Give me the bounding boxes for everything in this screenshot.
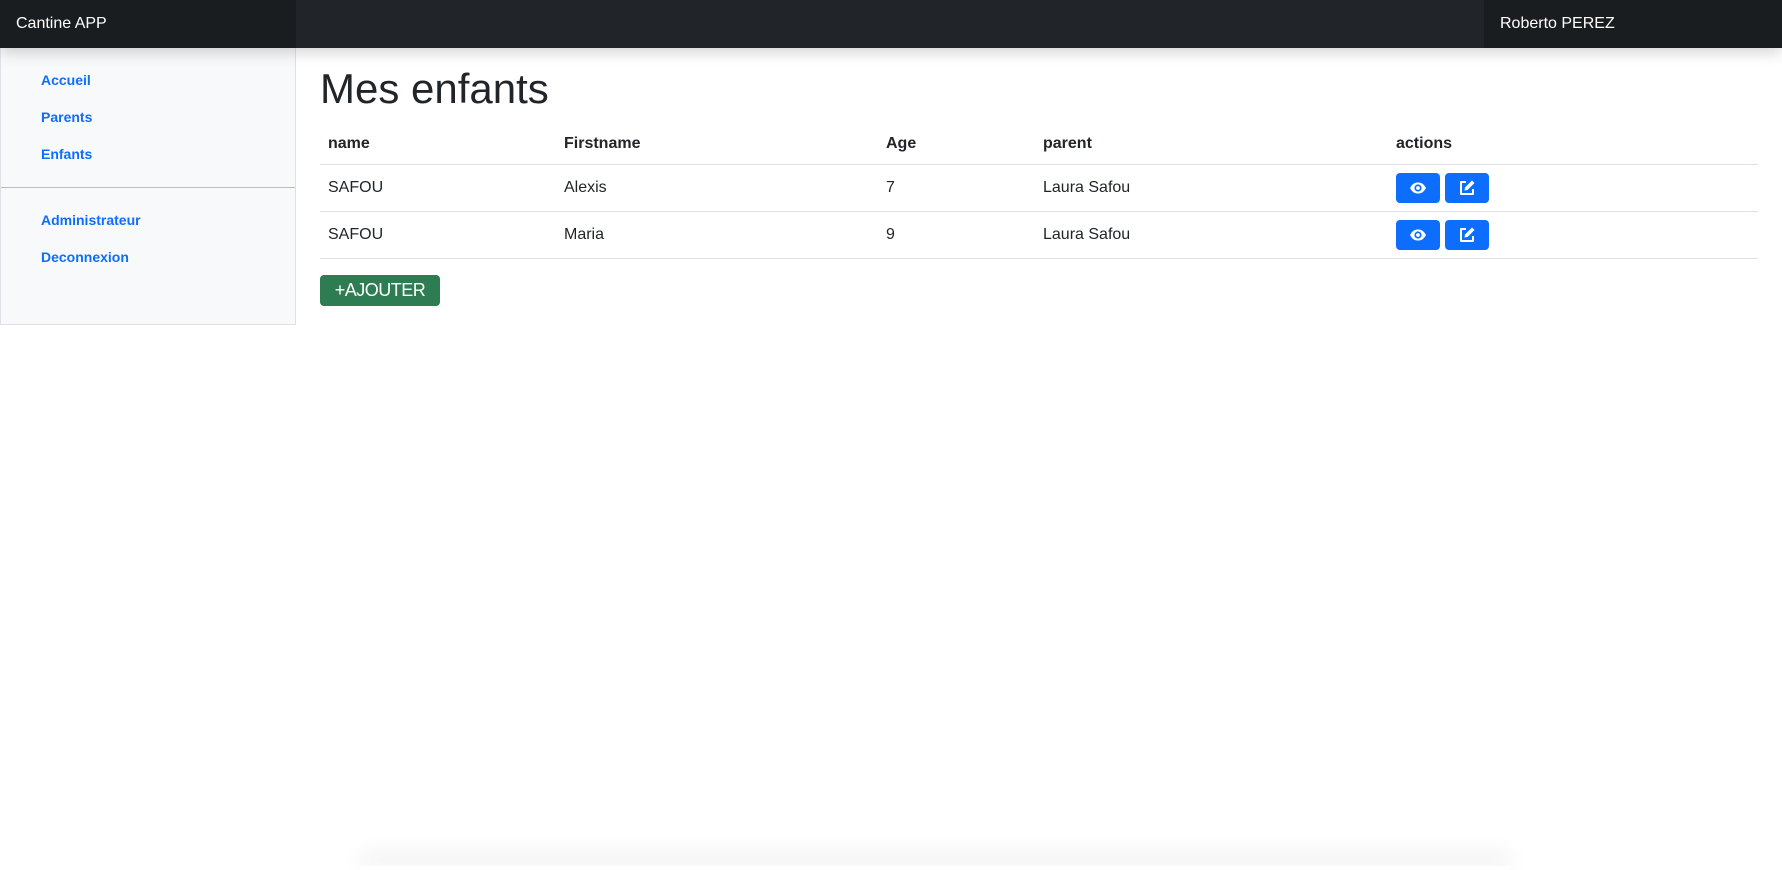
cell-parent: Laura Safou: [1035, 164, 1388, 212]
column-header-firstname: Firstname: [556, 124, 878, 165]
sidebar-divider: [1, 187, 295, 188]
cell-age: 7: [878, 164, 1035, 212]
sidebar-item-enfants[interactable]: Enfants: [1, 136, 295, 173]
main-content: Mes enfants name Firstname Age parent ac…: [320, 48, 1758, 306]
cell-age: 9: [878, 211, 1035, 259]
table-header-row: name Firstname Age parent actions: [320, 124, 1758, 165]
eye-icon: [1410, 182, 1426, 194]
cell-actions: [1388, 164, 1758, 212]
view-button[interactable]: [1396, 220, 1440, 250]
sidebar-nav-main: Accueil Parents Enfants: [1, 48, 295, 173]
cell-actions: [1388, 211, 1758, 259]
user-name[interactable]: Roberto PEREZ: [1484, 0, 1782, 48]
eye-icon: [1410, 229, 1426, 241]
cell-firstname: Alexis: [556, 164, 878, 212]
sidebar-item-accueil[interactable]: Accueil: [1, 62, 295, 99]
cell-name: SAFOU: [320, 164, 556, 212]
bottom-shadow: [360, 866, 1510, 870]
add-child-button[interactable]: +AJOUTER: [320, 275, 440, 306]
view-button[interactable]: [1396, 173, 1440, 203]
column-header-parent: parent: [1035, 124, 1388, 165]
edit-icon: [1460, 227, 1475, 242]
table-row: SAFOU Maria 9 Laura Safou: [320, 211, 1758, 259]
cell-parent: Laura Safou: [1035, 211, 1388, 259]
app-title[interactable]: Cantine APP: [0, 0, 296, 48]
cell-name: SAFOU: [320, 211, 556, 259]
sidebar-item-parents[interactable]: Parents: [1, 99, 295, 136]
sidebar-nav-account: Administrateur Deconnexion: [1, 202, 295, 276]
column-header-actions: actions: [1388, 124, 1758, 165]
children-table: name Firstname Age parent actions SAFOU …: [320, 124, 1758, 259]
column-header-age: Age: [878, 124, 1035, 165]
edit-icon: [1460, 180, 1475, 195]
sidebar-item-administrateur[interactable]: Administrateur: [1, 202, 295, 239]
column-header-name: name: [320, 124, 556, 165]
top-navbar: Cantine APP Roberto PEREZ: [0, 0, 1782, 48]
edit-button[interactable]: [1445, 173, 1489, 203]
sidebar: Accueil Parents Enfants Administrateur D…: [0, 48, 296, 325]
table-row: SAFOU Alexis 7 Laura Safou: [320, 164, 1758, 212]
page-title: Mes enfants: [320, 65, 549, 112]
edit-button[interactable]: [1445, 220, 1489, 250]
cell-firstname: Maria: [556, 211, 878, 259]
sidebar-item-deconnexion[interactable]: Deconnexion: [1, 239, 295, 276]
